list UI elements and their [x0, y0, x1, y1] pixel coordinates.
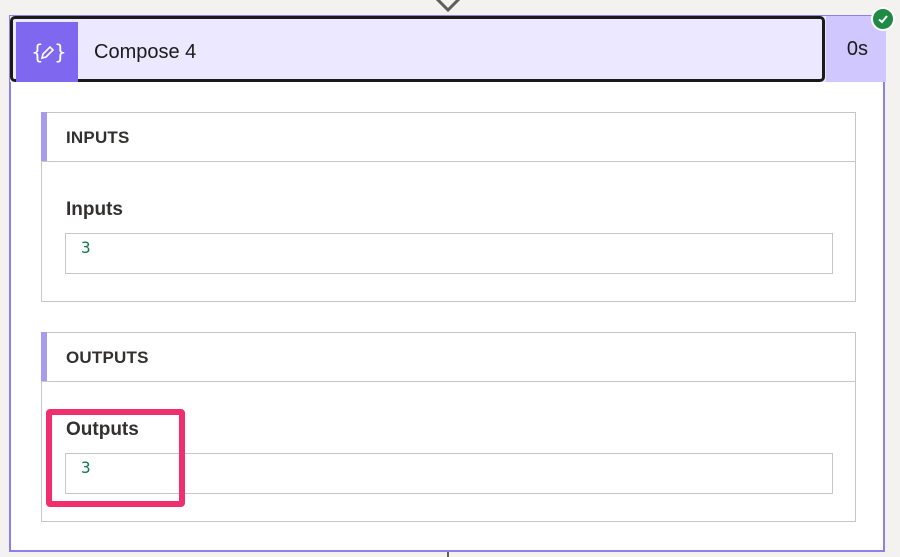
action-header-button[interactable]: { } Compose 4: [10, 16, 825, 82]
outputs-value-box[interactable]: 3: [65, 453, 833, 494]
action-title: Compose 4: [94, 41, 197, 63]
outputs-section-title: OUTPUTS: [66, 348, 149, 367]
inputs-section-header[interactable]: INPUTS: [41, 112, 855, 162]
outputs-section-header[interactable]: OUTPUTS: [41, 332, 855, 382]
outputs-field-label: Outputs: [66, 419, 139, 440]
flow-run-canvas: { } Compose 4 0s INPUTS Inputs 3 OUTP: [0, 0, 900, 557]
action-duration: 0s: [846, 38, 868, 60]
outputs-section: OUTPUTS Outputs 3: [41, 332, 856, 522]
connector-arrow-icon: [435, 0, 461, 13]
svg-text:{: {: [31, 40, 44, 64]
section-accent-bar: [41, 332, 47, 381]
svg-text:}: }: [54, 40, 65, 64]
compose-icon: { }: [16, 22, 78, 82]
inputs-field-label: Inputs: [66, 199, 123, 220]
connector-line: [447, 552, 449, 557]
inputs-value: 3: [81, 238, 91, 257]
inputs-value-box[interactable]: 3: [65, 233, 833, 274]
success-check-icon: [871, 7, 895, 31]
inputs-section: INPUTS Inputs 3: [41, 112, 856, 302]
section-accent-bar: [41, 112, 47, 161]
outputs-value: 3: [81, 458, 91, 477]
inputs-section-title: INPUTS: [66, 128, 130, 147]
action-header: { } Compose 4 0s: [10, 16, 886, 82]
